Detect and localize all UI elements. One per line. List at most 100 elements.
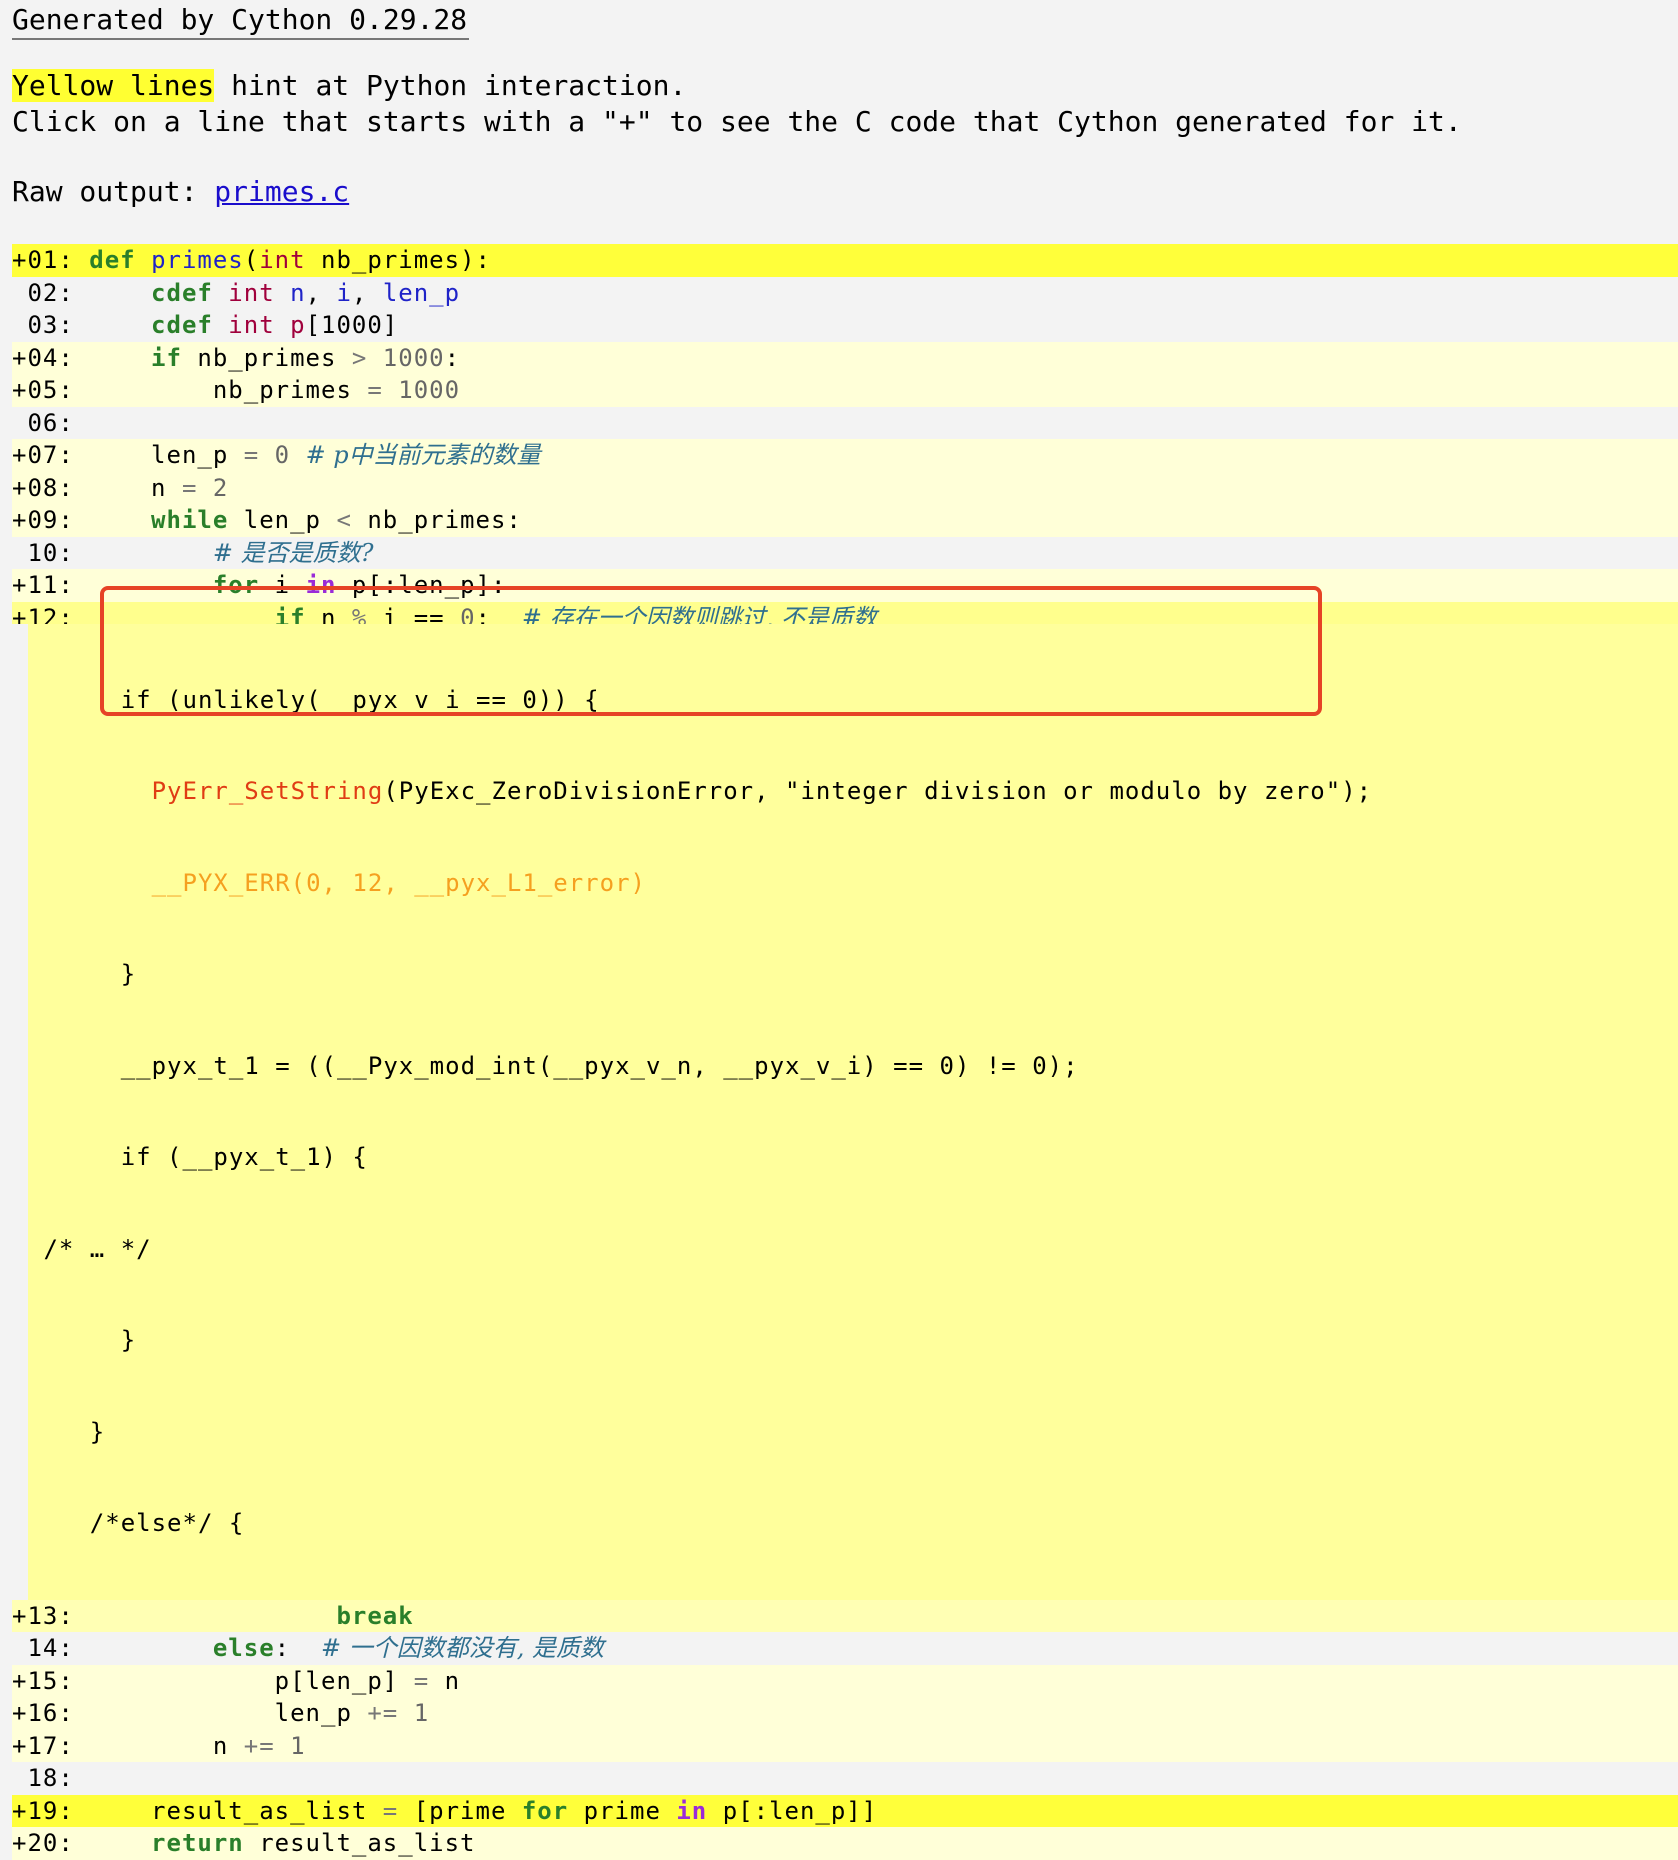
c-code-line: if (__pyx_t_1) { (28, 1143, 368, 1171)
c-function-call: PyErr_SetString (151, 777, 384, 805)
line-number: 10: (12, 538, 90, 567)
code-text: p[len_p] (274, 1666, 414, 1695)
operator: = (367, 376, 383, 404)
code-line-16[interactable]: +16: len_p += 1 (12, 1697, 1678, 1730)
code-listing: +01: def primes(int nb_primes): 02: cdef… (12, 244, 1678, 1860)
c-macro: __PYX_ERR(0, 12, __pyx_L1_error) (151, 868, 646, 897)
line-number: +05: (12, 376, 90, 404)
line-number: 02: (12, 278, 90, 307)
keyword: def (89, 246, 136, 274)
code-line-13[interactable]: +13: break (12, 1599, 1678, 1632)
code-line-09[interactable]: +09: while len_p < nb_primes: (12, 504, 1678, 537)
code-text: : (274, 1634, 321, 1662)
line-number: 18: (12, 1764, 74, 1792)
variable: len_p (382, 278, 461, 307)
comment: # 是否是质数? (212, 538, 374, 567)
keyword: break (336, 1601, 414, 1630)
number: 1 (398, 1699, 430, 1727)
variable: n (290, 278, 306, 307)
line-number: +08: (12, 473, 90, 502)
keyword-in: in (676, 1796, 708, 1825)
code-text: len_p (151, 441, 244, 469)
c-code-line: __pyx_t_1 = ((__Pyx_mod_int(__pyx_v_n, _… (28, 1051, 1079, 1080)
cython-annotation-page: Generated by Cython 0.29.28 Yellow lines… (0, 0, 1678, 1860)
generated-c-code-block: if (unlikely(__pyx_v_i == 0)) { PyErr_Se… (28, 623, 1678, 1600)
raw-output-label: Raw output: (12, 175, 215, 208)
code-line-05[interactable]: +05: nb_primes = 1000 (12, 374, 1678, 407)
code-line-08[interactable]: +08: n = 2 (12, 471, 1678, 504)
code-text: prime (568, 1796, 677, 1825)
code-text: nb_primes): (305, 246, 491, 274)
operator: += (367, 1699, 399, 1727)
line-number: +13: (12, 1601, 90, 1630)
c-code-text: (PyExc_ZeroDivisionError, "integer divis… (383, 777, 1373, 805)
keyword: cdef (151, 311, 213, 339)
number: 1000 (382, 376, 461, 404)
line-number: +20: (12, 1829, 90, 1857)
number: 0 (259, 441, 306, 469)
c-code-line: } (28, 960, 137, 988)
number: 1000 (367, 343, 445, 372)
code-text: len_p (274, 1699, 368, 1727)
c-code-line: } (28, 1417, 106, 1446)
code-text: : (444, 343, 461, 372)
operator: = (243, 441, 260, 469)
code-line-15[interactable]: +15: p[len_p] = n (12, 1664, 1678, 1697)
line-number: +01: (12, 246, 90, 274)
keyword: if (151, 343, 182, 372)
c-code-line: PyErr_SetString(PyExc_ZeroDivisionError,… (28, 776, 1678, 807)
code-text: n (151, 473, 182, 502)
code-text: len_p (228, 506, 337, 534)
line-number: +16: (12, 1699, 90, 1727)
code-line-20[interactable]: +20: return result_as_list (12, 1827, 1678, 1860)
code-line-14: 14: else: # 一个因数都没有, 是质数 (12, 1632, 1678, 1665)
line-number: +09: (12, 506, 90, 534)
operator: > (351, 343, 368, 372)
code-text: nb_primes (212, 376, 368, 404)
code-text: ( (243, 246, 260, 274)
keyword: cdef (151, 278, 213, 307)
code-line-07[interactable]: +07: len_p = 0 # p中当前元素的数量 (12, 439, 1678, 472)
code-line-01[interactable]: +01: def primes(int nb_primes): (12, 244, 1678, 277)
c-code-line: /* … */ (28, 1234, 152, 1263)
code-line-19[interactable]: +19: result_as_list = [prime for prime i… (12, 1794, 1678, 1827)
variable: p (290, 311, 306, 339)
line-number: +07: (12, 441, 90, 469)
raw-output-link[interactable]: primes.c (214, 175, 349, 208)
code-line-17[interactable]: +17: n += 1 (12, 1729, 1678, 1762)
code-text: p[:len_p]] (707, 1796, 878, 1825)
type-name: int (228, 311, 275, 339)
number: 1 (274, 1731, 306, 1760)
c-code-line: __PYX_ERR(0, 12, __pyx_L1_error) (28, 868, 1678, 899)
operator: = (413, 1666, 430, 1695)
code-text: , (351, 278, 383, 307)
operator: = (382, 1796, 399, 1825)
code-line-06: 06: (12, 407, 1678, 440)
hint-line: Yellow lines hint at Python interaction. (12, 68, 686, 104)
code-text: result_as_list (243, 1829, 476, 1857)
annotation-highlight-box (100, 586, 1322, 716)
variable: i (336, 278, 352, 307)
code-line-04[interactable]: +04: if nb_primes > 1000: (12, 341, 1678, 374)
code-text: [prime (398, 1796, 522, 1825)
line-number: +15: (12, 1666, 90, 1695)
code-text: , (305, 278, 337, 307)
code-line-02: 02: cdef int n, i, len_p (12, 277, 1678, 310)
c-code-line: } (28, 1326, 137, 1354)
code-line-03: 03: cdef int p[1000] (12, 309, 1678, 342)
function-name: primes (151, 246, 244, 274)
raw-output-line: Raw output: primes.c (12, 174, 349, 210)
code-text: nb_primes: (351, 506, 522, 534)
line-number: +11: (12, 571, 90, 599)
generated-by-label: Generated by Cython 0.29.28 (12, 2, 470, 40)
yellow-lines-highlight: Yellow lines (12, 69, 215, 102)
